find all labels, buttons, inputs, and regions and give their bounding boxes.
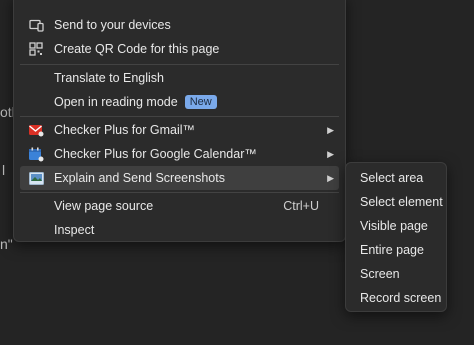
menu-item-checker-plus-gmail[interactable]: Checker Plus for Gmail™ ▶ bbox=[20, 118, 339, 142]
submenu-item-screen[interactable]: Screen bbox=[350, 262, 442, 286]
chevron-right-icon: ▶ bbox=[327, 172, 334, 183]
menu-item-label: View page source bbox=[54, 199, 154, 213]
shortcut-label: Ctrl+U bbox=[283, 199, 319, 213]
screenshot-icon bbox=[28, 170, 44, 186]
menu-item-view-page-source[interactable]: View page source Ctrl+U bbox=[20, 194, 339, 218]
chevron-right-icon: ▶ bbox=[327, 148, 334, 159]
calendar-checker-icon bbox=[28, 146, 44, 162]
menu-separator bbox=[20, 192, 339, 193]
menu-item-reading-mode[interactable]: Open in reading mode New bbox=[20, 90, 339, 114]
devices-icon bbox=[28, 17, 44, 33]
submenu-item-select-element[interactable]: Select element bbox=[350, 190, 443, 214]
menu-item-label: Inspect bbox=[54, 223, 95, 237]
context-menu: Send to your devices Create QR Code for … bbox=[13, 0, 346, 242]
menu-item-partial[interactable] bbox=[20, 0, 339, 5]
submenu-item-entire-page[interactable]: Entire page bbox=[350, 238, 442, 262]
submenu-item-select-area[interactable]: Select area bbox=[350, 166, 442, 190]
menu-item-label: Checker Plus for Google Calendar™ bbox=[54, 147, 257, 161]
menu-item-send-to-devices[interactable]: Send to your devices bbox=[20, 13, 339, 37]
menu-item-checker-plus-calendar[interactable]: Checker Plus for Google Calendar™ ▶ bbox=[20, 142, 339, 166]
menu-separator bbox=[20, 64, 339, 65]
gmail-checker-icon bbox=[28, 122, 44, 138]
menu-item-label: Send to your devices bbox=[54, 18, 171, 32]
menu-item-explain-send-screenshots[interactable]: Explain and Send Screenshots ▶ bbox=[20, 166, 339, 190]
background-text-2: l bbox=[2, 162, 6, 178]
qr-code-icon bbox=[28, 41, 44, 57]
reading-mode-label: Open in reading mode bbox=[54, 95, 178, 109]
menu-item-label: Translate to English bbox=[54, 71, 165, 85]
menu-item-label: Explain and Send Screenshots bbox=[54, 171, 225, 185]
screenshot-submenu: Select area Select element Visible page … bbox=[345, 162, 447, 312]
background-text-3: n" bbox=[0, 236, 13, 252]
menu-item-translate[interactable]: Translate to English bbox=[20, 66, 339, 90]
menu-separator bbox=[20, 116, 339, 117]
submenu-item-record-screen[interactable]: Record screen bbox=[350, 286, 442, 310]
menu-item-label: Open in reading mode New bbox=[54, 95, 217, 109]
menu-item-label: Checker Plus for Gmail™ bbox=[54, 123, 196, 137]
chevron-right-icon: ▶ bbox=[327, 124, 334, 135]
submenu-item-visible-page[interactable]: Visible page bbox=[350, 214, 442, 238]
menu-item-inspect[interactable]: Inspect bbox=[20, 218, 339, 242]
new-badge: New bbox=[184, 95, 217, 109]
menu-item-create-qr-code[interactable]: Create QR Code for this page bbox=[20, 37, 339, 61]
menu-item-label: Create QR Code for this page bbox=[54, 42, 220, 56]
